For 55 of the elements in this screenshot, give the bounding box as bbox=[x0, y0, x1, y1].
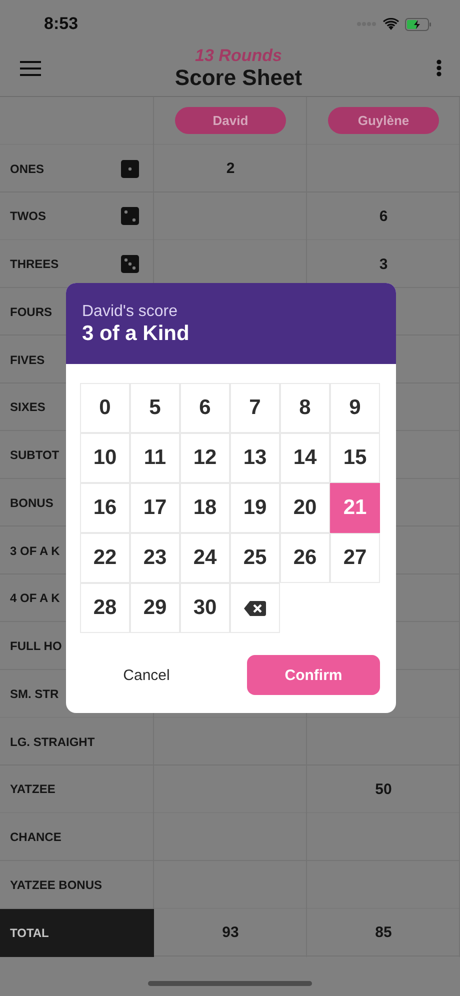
score-value: 93 bbox=[222, 924, 239, 942]
row-label: SM. STR bbox=[10, 686, 59, 701]
app-subtitle: 13 Rounds bbox=[195, 47, 282, 64]
row-label: 3 OF A K bbox=[10, 544, 60, 558]
number-key[interactable]: 11 bbox=[130, 433, 180, 483]
dialog-title: 3 of a Kind bbox=[82, 321, 190, 347]
dialog-caption: David's score bbox=[82, 303, 179, 321]
number-key[interactable]: 27 bbox=[330, 533, 380, 583]
row-label: TWOS bbox=[10, 209, 46, 224]
score-value: 2 bbox=[226, 160, 235, 178]
row-label: SUBTOT bbox=[10, 448, 60, 462]
score-value: 85 bbox=[375, 924, 392, 942]
number-key[interactable]: 5 bbox=[130, 383, 180, 433]
row-label: LG. STRAIGHT bbox=[10, 734, 95, 749]
number-key[interactable]: 28 bbox=[80, 583, 130, 633]
row-label: FOURS bbox=[10, 304, 52, 319]
number-key[interactable]: 29 bbox=[130, 583, 180, 633]
score-value: 3 bbox=[379, 256, 388, 273]
row-label: YATZEE bbox=[10, 782, 56, 796]
number-key[interactable]: 18 bbox=[180, 483, 230, 533]
number-key[interactable]: 15 bbox=[330, 433, 380, 483]
row-label: SIXES bbox=[10, 400, 46, 414]
number-key[interactable]: 16 bbox=[80, 483, 130, 533]
number-key[interactable]: 8 bbox=[280, 383, 330, 433]
cancel-button[interactable]: Cancel bbox=[80, 655, 213, 695]
number-key[interactable]: 9 bbox=[330, 383, 380, 433]
number-key[interactable]: 12 bbox=[180, 433, 230, 483]
row-label: BONUS bbox=[10, 496, 54, 510]
total-label-cell: TOTAL bbox=[0, 908, 154, 956]
number-key[interactable]: 19 bbox=[230, 483, 280, 533]
page-title: Score Sheet bbox=[174, 67, 302, 89]
row-label: FIVES bbox=[10, 352, 45, 367]
number-key[interactable]: 13 bbox=[230, 433, 280, 483]
number-key[interactable]: 14 bbox=[280, 433, 330, 483]
number-key[interactable]: 30 bbox=[180, 583, 230, 633]
row-label: YATZEE BONUS bbox=[10, 878, 102, 892]
number-key[interactable]: 23 bbox=[130, 533, 180, 583]
number-key[interactable]: 26 bbox=[280, 533, 330, 583]
number-key[interactable]: 7 bbox=[230, 383, 280, 433]
number-key[interactable]: 22 bbox=[80, 533, 130, 583]
status-time: 8:53 bbox=[44, 14, 78, 34]
number-key[interactable]: 25 bbox=[230, 533, 280, 583]
row-label: 4 OF A K bbox=[10, 591, 60, 606]
number-key[interactable]: 10 bbox=[80, 433, 130, 483]
row-label: FULL HO bbox=[10, 639, 62, 654]
score-value: 50 bbox=[375, 780, 392, 798]
number-key[interactable]: 24 bbox=[180, 533, 230, 583]
number-key[interactable]: 6 bbox=[180, 383, 230, 433]
row-label: CHANCE bbox=[10, 830, 62, 844]
score-value: 6 bbox=[379, 208, 388, 225]
row-label: ONES bbox=[10, 162, 44, 176]
number-key[interactable]: 0 bbox=[80, 383, 130, 433]
number-key[interactable]: 20 bbox=[280, 483, 330, 533]
number-key[interactable]: 17 bbox=[130, 483, 180, 533]
row-label: THREES bbox=[10, 257, 59, 272]
